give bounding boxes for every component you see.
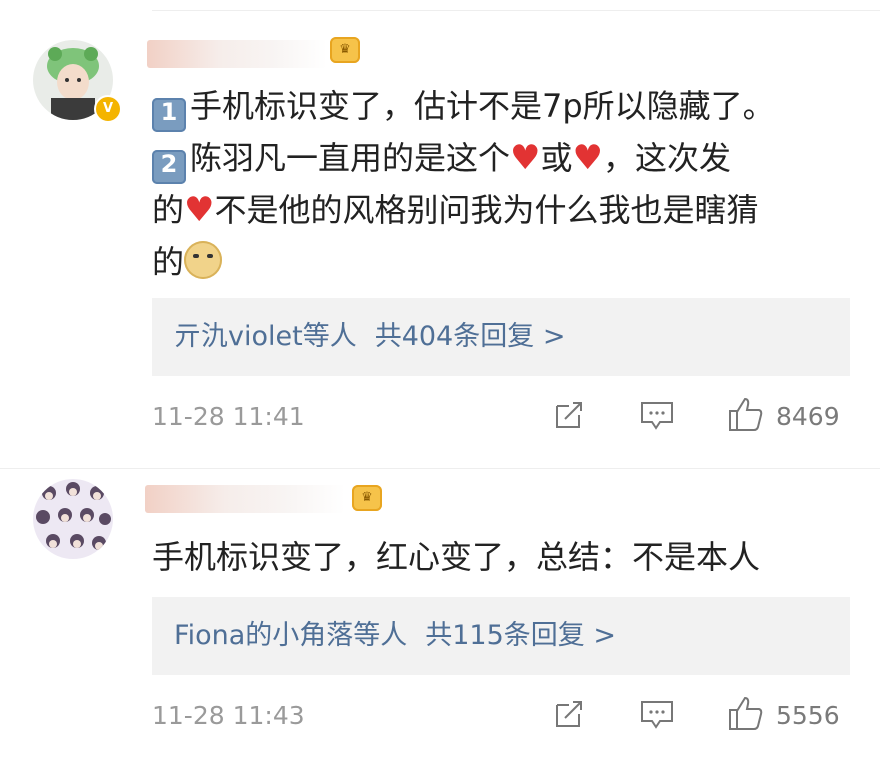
- comment-item: ♛ 手机标识变了，红心变了，总结：不是本人 Fiona的小角落等人 共115条回复…: [0, 469, 880, 770]
- timestamp: 11-28 11:43: [152, 701, 305, 730]
- number-2-icon: 2: [152, 150, 186, 184]
- like-count: 8469: [776, 402, 840, 431]
- share-icon[interactable]: [553, 699, 585, 729]
- heart-icon: ♥: [572, 138, 603, 178]
- reply-users: Fiona的小角落等人: [174, 620, 408, 651]
- doge-emoji-icon: [184, 241, 223, 279]
- comment-item: V ♛ 1 手机标识变了，估计不是7p所以隐藏了。 2 陈羽凡一直用的是这个♥或♥，…: [0, 0, 880, 468]
- replies-link[interactable]: Fiona的小角落等人 共115条回复 >: [152, 597, 850, 675]
- replies-link[interactable]: 亓氿violet等人 共404条回复 >: [152, 298, 850, 376]
- timestamp: 11-28 11:41: [152, 402, 305, 431]
- reply-count: 共115条回复 >: [425, 620, 616, 651]
- avatar[interactable]: [33, 479, 113, 559]
- comment-text: 手机标识变了，红心变了，总结：不是本人: [152, 538, 761, 576]
- heart-icon: ♥: [510, 138, 541, 178]
- username[interactable]: [147, 40, 327, 68]
- comment-text: 1 手机标识变了，估计不是7p所以隐藏了。 2 陈羽凡一直用的是这个♥或♥，这次发 …: [152, 87, 775, 281]
- verified-icon: V: [94, 95, 122, 123]
- like-icon[interactable]: [728, 396, 764, 432]
- username[interactable]: [145, 485, 345, 513]
- comment-icon[interactable]: [640, 400, 674, 432]
- comment-icon[interactable]: [640, 699, 674, 731]
- reply-users: 亓氿violet等人: [174, 321, 357, 352]
- reply-count: 共404条回复 >: [374, 321, 566, 352]
- heart-icon: ♥: [184, 190, 215, 230]
- share-icon[interactable]: [553, 400, 585, 430]
- number-1-icon: 1: [152, 98, 186, 132]
- vip-badge-icon: ♛: [352, 485, 382, 511]
- like-count: 5556: [776, 701, 840, 730]
- vip-badge-icon: ♛: [330, 37, 360, 63]
- like-icon[interactable]: [728, 695, 764, 731]
